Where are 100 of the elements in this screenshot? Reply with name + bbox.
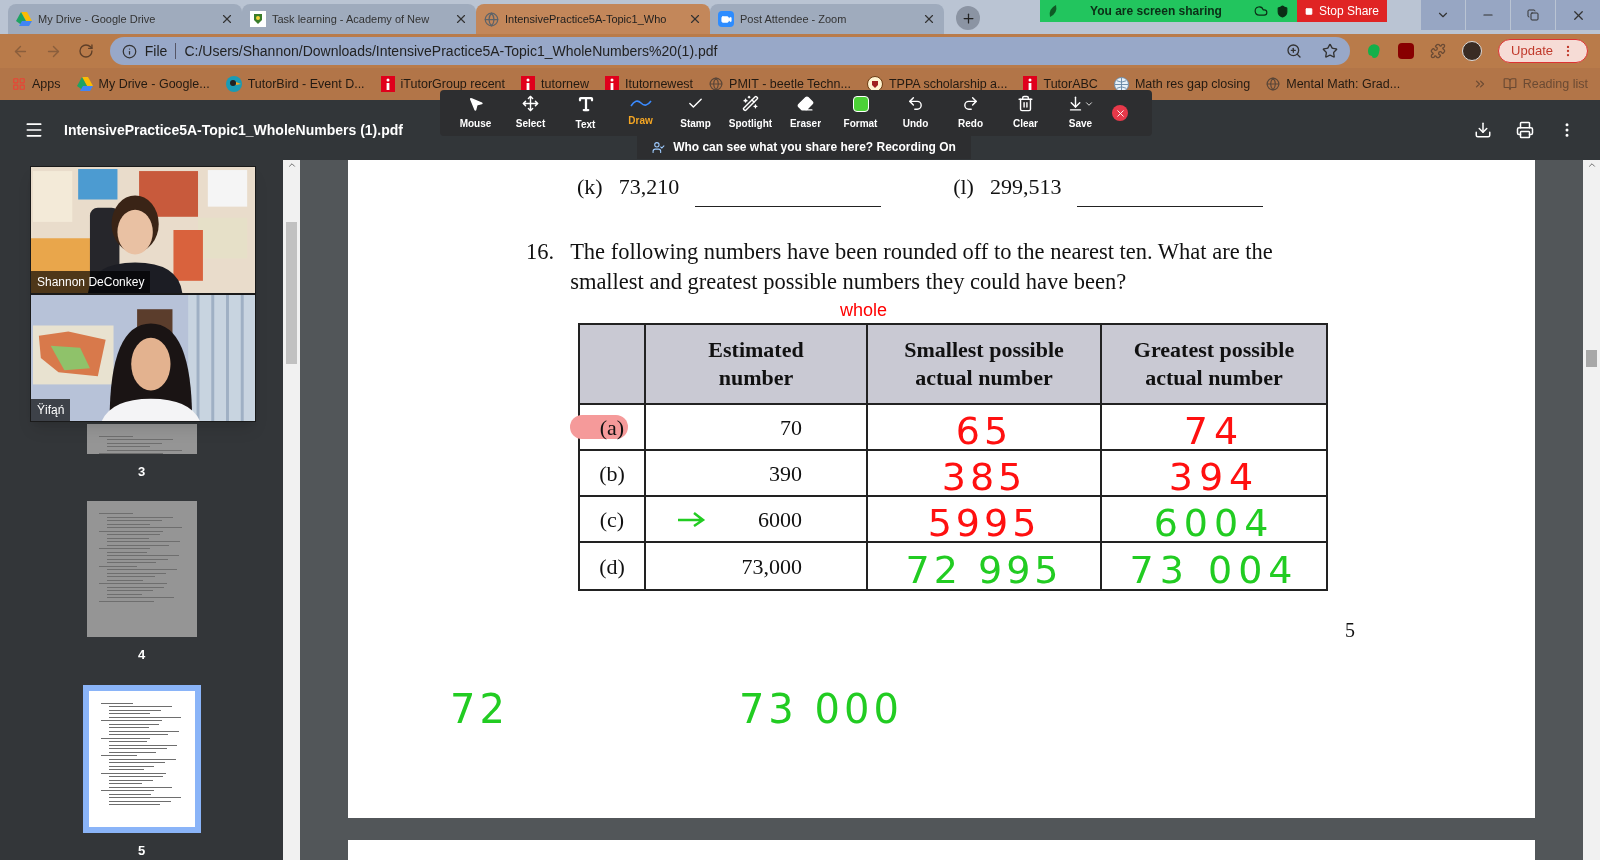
wand-icon <box>742 95 759 112</box>
handwritten-answer: 65 <box>955 412 1013 450</box>
annotation-tool[interactable]: Clear <box>998 95 1053 131</box>
page-thumbnail[interactable] <box>82 684 201 833</box>
handwritten-answer: 5995 <box>927 504 1041 542</box>
tab-title: IntensivePractice5A-Topic1_Who <box>505 11 668 27</box>
annotation-tool[interactable]: Stamp <box>668 95 723 131</box>
item-label: (l) <box>953 173 974 201</box>
annotation-tool[interactable]: Redo <box>943 95 998 131</box>
scrollbar-thumb[interactable] <box>1586 350 1597 367</box>
bookmark-link[interactable]: Apps <box>12 74 61 94</box>
scroll-up-icon[interactable] <box>286 160 297 170</box>
leaf-icon <box>1048 5 1058 17</box>
drive-icon <box>76 77 93 91</box>
reload-icon[interactable] <box>77 43 94 59</box>
globe-icon <box>484 11 499 27</box>
handwritten-answer: 385 <box>941 458 1027 496</box>
close-icon[interactable] <box>688 12 702 26</box>
bookmark-link[interactable]: TutorBird - Event D... <box>225 74 365 94</box>
table-cell-text: 70 <box>780 413 802 442</box>
annotation-tool[interactable]: Select <box>503 95 558 131</box>
user-icon <box>652 140 666 154</box>
item-value: 299,513 <box>989 173 1062 201</box>
handwritten-answer: 74 <box>1183 412 1245 450</box>
bird-icon <box>225 76 242 92</box>
stop-share-button[interactable]: Stop Share <box>1297 0 1387 22</box>
save-icon <box>1067 95 1094 112</box>
star-icon[interactable] <box>1322 43 1339 59</box>
annotation-tool[interactable]: Save <box>1053 95 1108 131</box>
update-button[interactable]: Update <box>1498 39 1588 63</box>
extensions-icon[interactable] <box>1430 43 1447 59</box>
table-cell-text: 6000 <box>758 505 802 534</box>
bookmark-link[interactable]: My Drive - Google... <box>76 74 210 94</box>
annotation-tool[interactable]: Text <box>558 94 613 132</box>
globe-icon <box>1266 77 1281 91</box>
redo-icon <box>962 95 979 112</box>
participant-name: Ÿifąń <box>31 399 71 421</box>
browser-tab[interactable]: Post Attendee - Zoom <box>710 4 944 34</box>
page-number: 5 <box>1345 618 1355 643</box>
table-header-cell: Estimated number <box>646 325 868 403</box>
page-thumbnail[interactable] <box>86 501 197 637</box>
trash-icon <box>1017 95 1034 112</box>
handwritten-note: whole <box>840 300 888 320</box>
new-tab-button[interactable] <box>956 6 980 30</box>
tab-title: My Drive - Google Drive <box>38 11 157 27</box>
download-icon[interactable] <box>1474 121 1492 139</box>
video-camera-icon <box>718 11 734 27</box>
address-bar[interactable]: File C:/Users/Shannon/Downloads/IntensivePractice5A-Topic1_WholeNumbers%20(1).pdf <box>109 37 1351 65</box>
bookmark-link[interactable]: Math res gap closing <box>1113 74 1251 94</box>
print-icon[interactable] <box>1516 121 1534 139</box>
scrollbar-thumb[interactable] <box>286 222 297 364</box>
tab-title: Post Attendee - Zoom <box>740 11 848 27</box>
page-number: 3 <box>137 462 146 481</box>
move-icon <box>522 95 539 112</box>
notice-text: Who can see what you share here? Recording On <box>673 139 956 156</box>
bookmark-link[interactable]: Mental Math: Grad... <box>1266 74 1401 94</box>
annotation-tool[interactable]: Spotlight <box>723 95 778 131</box>
scheme-label: File <box>144 41 168 61</box>
page-thumbnail[interactable] <box>86 423 197 454</box>
table-header-cell-text: Greatest possible actual number <box>1132 336 1296 392</box>
handwritten-answer: 394 <box>1168 458 1260 496</box>
wave-icon <box>629 98 652 109</box>
info-icon[interactable] <box>121 43 137 59</box>
document-title: IntensivePractice5A-Topic1_WholeNumbers (1).pdf <box>64 120 403 140</box>
browser-tab[interactable]: IntensivePractice5A-Topic1_Who <box>476 4 710 34</box>
row-label: (d) <box>599 552 625 581</box>
page-number: 4 <box>137 646 146 664</box>
question-text: The following numbers have been rounded off to the nearest ten. What are the smallest and greatest possible numbers they could have been? <box>570 238 1274 296</box>
page-number: 5 <box>137 841 146 860</box>
annotation-tool[interactable]: Eraser <box>778 95 833 131</box>
zoom-icon[interactable] <box>1286 43 1303 59</box>
table-cell-text: 390 <box>769 459 802 488</box>
row-label: (a) <box>599 413 625 442</box>
bookmark-link[interactable]: PMIT - beetle Techn... <box>709 74 851 94</box>
undo-icon <box>907 95 924 112</box>
text-icon <box>576 94 595 113</box>
annotation-tool[interactable]: Draw <box>613 98 668 128</box>
sharing-status: You are screen sharing <box>1089 3 1223 20</box>
close-icon[interactable] <box>922 12 936 26</box>
participant-name: Shannon DeConkey <box>31 271 151 293</box>
table-header-cell: Smallest possible actual number <box>868 325 1102 403</box>
restore-icon <box>1527 9 1539 21</box>
scroll-up-icon[interactable] <box>1586 160 1597 170</box>
item-value: 73,210 <box>618 173 680 201</box>
browser-tab[interactable]: My Drive - Google Drive <box>8 4 242 34</box>
annotation-tool[interactable]: Format <box>833 95 888 131</box>
handwritten-answer: 73 004 <box>1129 551 1299 589</box>
itutor-icon <box>380 76 395 92</box>
browser-tab[interactable]: Task learning - Academy of New <box>242 4 476 34</box>
avatar-icon[interactable] <box>1462 41 1483 61</box>
bookmark-link[interactable]: iTutorGroup recent <box>380 74 506 94</box>
annotation-tool[interactable]: Mouse <box>448 95 503 131</box>
close-toolbar-button[interactable] <box>1112 105 1128 121</box>
cloud-icon <box>1254 4 1268 18</box>
tab-title: Task learning - Academy of New <box>272 11 431 27</box>
menu-icon[interactable] <box>24 120 44 140</box>
annotation-tool[interactable]: Undo <box>888 95 943 131</box>
close-icon[interactable] <box>454 12 468 26</box>
handwritten-number: 72 <box>450 689 509 729</box>
close-icon[interactable] <box>220 12 234 26</box>
